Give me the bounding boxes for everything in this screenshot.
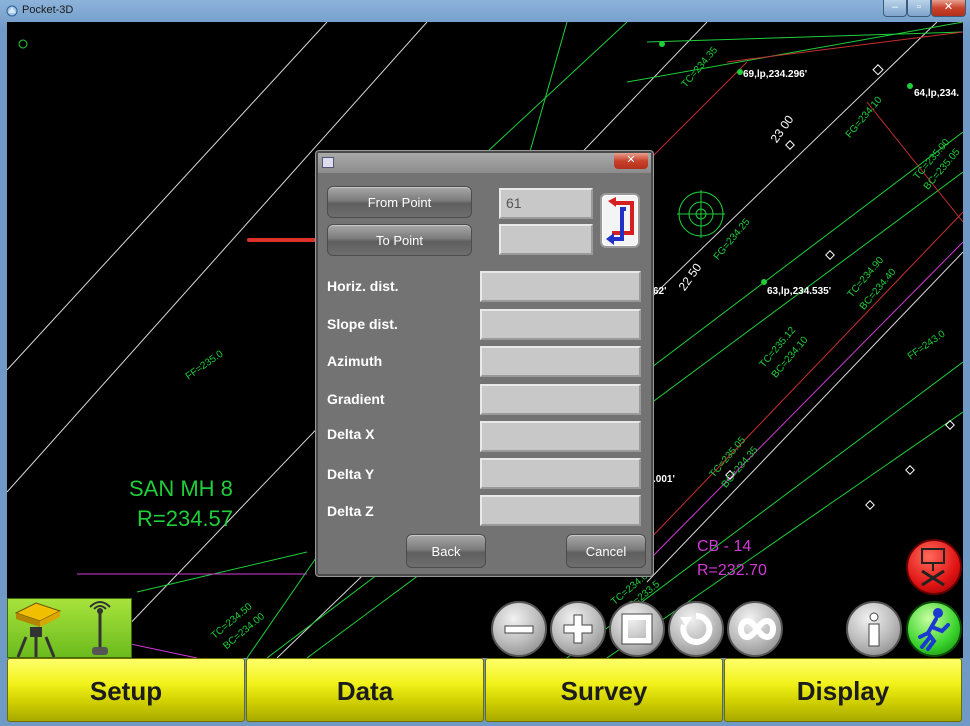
inverse-dialog: ✕ From Point To Point 61 Horiz. dist. Sl… (316, 151, 653, 576)
gradient-field[interactable] (480, 384, 641, 415)
survey-menu-button[interactable]: Survey (485, 658, 723, 722)
zoom-extents-button[interactable] (609, 601, 665, 657)
info-button[interactable] (846, 601, 902, 657)
info-icon (868, 612, 880, 647)
azimuth-label: Azimuth (327, 353, 383, 369)
zoom-in-button[interactable] (550, 601, 606, 657)
to-point-field[interactable] (499, 224, 593, 255)
back-button[interactable]: Back (406, 534, 486, 568)
horiz-dist-label: Horiz. dist. (327, 278, 399, 294)
main-menu-bar: Setup Data Survey Display (7, 658, 963, 722)
point-label: 69,lp,234.296' (743, 69, 808, 80)
dialog-window-icon (322, 157, 334, 168)
gps-rover-icon (14, 601, 111, 658)
gradient-label: Gradient (327, 391, 385, 407)
window-title: Pocket-3D (22, 4, 74, 16)
gps-status-pane[interactable] (7, 598, 132, 658)
zoom-out-button[interactable] (491, 601, 547, 657)
cb-name: CB - 14 (697, 538, 752, 555)
cancel-button[interactable]: Cancel (566, 534, 646, 568)
maximize-button[interactable]: ▫ (907, 0, 931, 17)
app-window: Pocket-3D – ▫ ✕ 69,lp,234.296' 64,lp,234… (0, 0, 970, 726)
delta-x-label: Delta X (327, 426, 375, 442)
dialog-title-bar[interactable]: ✕ (318, 153, 651, 173)
stakeout-icon (921, 548, 945, 587)
point-label: 63,lp,234.535' (767, 286, 832, 297)
app-icon (6, 5, 18, 17)
point-label: 64,lp,234. (914, 88, 960, 99)
swap-points-button[interactable] (600, 193, 640, 248)
delta-z-field[interactable] (480, 495, 641, 526)
zoom-in-icon (563, 614, 593, 644)
point-label: 62' (653, 286, 667, 297)
slope-dist-label: Slope dist. (327, 316, 398, 332)
refresh-button[interactable] (668, 601, 724, 657)
dialog-close-button[interactable]: ✕ (614, 153, 648, 169)
azimuth-field[interactable] (480, 346, 641, 377)
delta-x-field[interactable] (480, 421, 641, 452)
minimize-button[interactable]: – (883, 0, 907, 17)
zoom-out-icon (504, 625, 534, 634)
swap-icon (603, 196, 637, 245)
slope-dist-field[interactable] (480, 309, 641, 340)
san-mh-rim: R=234.57 (137, 506, 234, 531)
title-bar[interactable]: Pocket-3D – ▫ ✕ (0, 0, 970, 22)
walk-icon (918, 608, 950, 651)
to-point-button[interactable]: To Point (327, 224, 472, 256)
zoom-extents-icon (621, 613, 653, 645)
delta-y-label: Delta Y (327, 466, 375, 482)
close-button[interactable]: ✕ (931, 0, 966, 17)
cb-rim: R=232.70 (697, 562, 767, 579)
refresh-icon (680, 612, 713, 645)
delta-z-label: Delta Z (327, 503, 374, 519)
pan-button[interactable] (727, 601, 783, 657)
stakeout-button[interactable] (906, 539, 962, 595)
san-mh-name: SAN MH 8 (129, 476, 233, 501)
display-menu-button[interactable]: Display (724, 658, 962, 722)
from-point-button[interactable]: From Point (327, 186, 472, 218)
data-menu-button[interactable]: Data (246, 658, 484, 722)
setup-menu-button[interactable]: Setup (7, 658, 245, 722)
point-label: .001' (653, 474, 675, 485)
walk-button[interactable] (906, 601, 962, 657)
horiz-dist-field[interactable] (480, 271, 641, 302)
from-point-field[interactable]: 61 (499, 188, 593, 219)
delta-y-field[interactable] (480, 458, 641, 489)
infinity-icon (738, 617, 776, 641)
